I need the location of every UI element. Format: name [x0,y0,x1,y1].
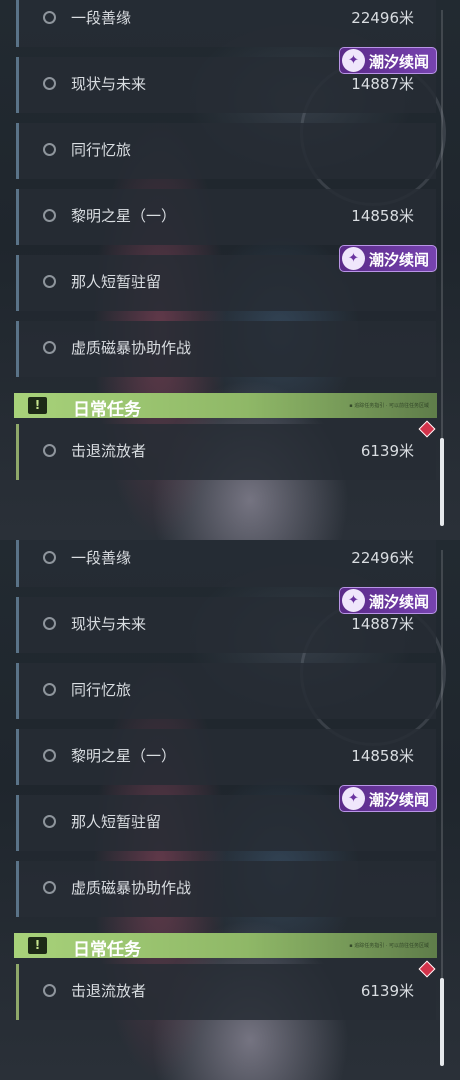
quest-distance: 14858米 [351,747,414,765]
quest-name: 那人短暂驻留 [71,813,162,831]
quest-name: 现状与未来 [71,615,147,633]
quest-status-circle-icon [43,444,56,457]
section-title: 日常任务 [73,940,141,960]
quest-row-6[interactable]: 虚质磁暴协助作战 [16,321,436,377]
wave-emblem-icon: ✦ [342,247,365,270]
scrollbar-thumb[interactable] [440,978,444,1066]
quest-name: 那人短暂驻留 [71,273,162,291]
quest-name: 黎明之星（一） [71,747,177,765]
quest-distance: 22496米 [351,549,414,567]
quest-distance: 14887米 [351,615,414,633]
alert-icon: ! [28,937,47,954]
quest-status-circle-icon [43,617,56,630]
quest-row-6[interactable]: 虚质磁暴协助作战 [16,861,436,917]
quest-distance: 22496米 [351,9,414,27]
quest-status-circle-icon [43,209,56,222]
quest-row-1[interactable]: 一段善缘 22496米 [16,540,436,587]
quest-name: 黎明之星（一） [71,207,177,225]
daily-quest-section-header[interactable]: ! 日常任务 ▪ 追踪任务指引 · 可以前往任务区域 [14,393,437,420]
quest-name: 虚质磁暴协助作战 [71,879,192,897]
badge-label: 潮汐续闻 [369,53,430,71]
tides-story-badge: ✦ 潮汐续闻 [339,47,437,74]
daily-quest-section-header[interactable]: ! 日常任务 ▪ 追踪任务指引 · 可以前往任务区域 [14,933,437,960]
alert-icon: ! [28,397,47,414]
quest-status-circle-icon [43,77,56,90]
quest-status-circle-icon [43,749,56,762]
daily-quest-row[interactable]: 击退流放者 6139米 [16,424,436,480]
section-hint: ▪ 追踪任务指引 · 可以前往任务区域 [349,403,429,409]
badge-label: 潮汐续闻 [369,593,430,611]
tides-story-badge: ✦ 潮汐续闻 [339,245,437,272]
wave-emblem-icon: ✦ [342,589,365,612]
section-hint: ▪ 追踪任务指引 · 可以前往任务区域 [349,943,429,949]
quest-name: 击退流放者 [71,982,147,1000]
tides-story-badge: ✦ 潮汐续闻 [339,785,437,812]
section-title: 日常任务 [73,400,141,420]
quest-status-circle-icon [43,275,56,288]
quest-name: 虚质磁暴协助作战 [71,339,192,357]
tides-story-badge: ✦ 潮汐续闻 [339,587,437,614]
quest-status-circle-icon [43,143,56,156]
quest-status-circle-icon [43,11,56,24]
daily-quest-row[interactable]: 击退流放者 6139米 [16,964,436,1020]
quest-name: 现状与未来 [71,75,147,93]
quest-row-3[interactable]: 同行忆旅 [16,663,436,719]
badge-label: 潮汐续闻 [369,251,430,269]
quest-status-circle-icon [43,984,56,997]
quest-status-circle-icon [43,341,56,354]
quest-status-circle-icon [43,881,56,894]
quest-row-3[interactable]: 同行忆旅 [16,123,436,179]
quest-distance: 6139米 [360,442,414,460]
quest-list-panel-1: 一段善缘 22496米 现状与未来 14887米 同行忆旅 黎明之星（一） 14… [0,0,460,540]
badge-label: 潮汐续闻 [369,791,430,809]
quest-name: 同行忆旅 [71,141,132,159]
quest-row-4[interactable]: 黎明之星（一） 14858米 [16,189,436,245]
wave-emblem-icon: ✦ [342,787,365,810]
quest-distance: 14858米 [351,207,414,225]
quest-name: 一段善缘 [71,9,132,27]
quest-status-circle-icon [43,815,56,828]
quest-name: 击退流放者 [71,442,147,460]
quest-distance: 6139米 [360,982,414,1000]
scrollbar-thumb[interactable] [440,438,444,526]
quest-name: 同行忆旅 [71,681,132,699]
quest-row-1[interactable]: 一段善缘 22496米 [16,0,436,47]
wave-emblem-icon: ✦ [342,49,365,72]
quest-distance: 14887米 [351,75,414,93]
quest-status-circle-icon [43,551,56,564]
quest-list-panel-2: 一段善缘 22496米 现状与未来 14887米 同行忆旅 黎明之星（一） 14… [0,540,460,1080]
quest-row-4[interactable]: 黎明之星（一） 14858米 [16,729,436,785]
quest-name: 一段善缘 [71,549,132,567]
quest-status-circle-icon [43,683,56,696]
